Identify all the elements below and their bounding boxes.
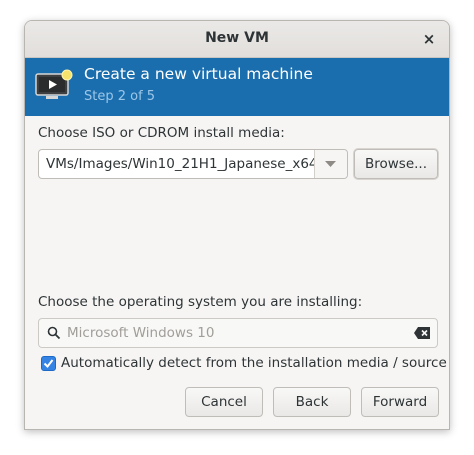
wizard-title: Create a new virtual machine [84,65,313,83]
chevron-down-icon [325,161,336,167]
os-search-input[interactable]: Microsoft Windows 10 [38,318,438,348]
wizard-header: Create a new virtual machine Step 2 of 5 [25,58,449,116]
auto-detect-label[interactable]: Automatically detect from the installati… [61,355,447,371]
search-icon [47,326,61,340]
install-media-value[interactable]: VMs/Images/Win10_21H1_Japanese_x64.iso [46,156,316,172]
title-bar: New VM × [25,21,449,58]
install-media-label: Choose ISO or CDROM install media: [38,125,285,141]
install-media-dropdown-button[interactable] [314,150,347,178]
auto-detect-checkbox[interactable] [41,356,56,371]
new-vm-dialog: New VM × Create a new virtual machine St… [24,20,450,430]
os-label: Choose the operating system you are inst… [38,294,363,310]
back-button[interactable]: Back [273,387,351,417]
wizard-step: Step 2 of 5 [84,89,156,104]
checkmark-icon [43,359,54,369]
close-icon[interactable]: × [419,29,439,49]
cancel-button[interactable]: Cancel [185,387,263,417]
forward-button[interactable]: Forward [361,387,439,417]
install-media-combo[interactable]: VMs/Images/Win10_21H1_Japanese_x64.iso [38,149,348,179]
clear-icon[interactable] [414,327,430,339]
monitor-icon [35,69,73,99]
os-search-placeholder: Microsoft Windows 10 [67,325,215,341]
window-title: New VM [205,30,269,46]
browse-button[interactable]: Browse... [354,149,438,179]
